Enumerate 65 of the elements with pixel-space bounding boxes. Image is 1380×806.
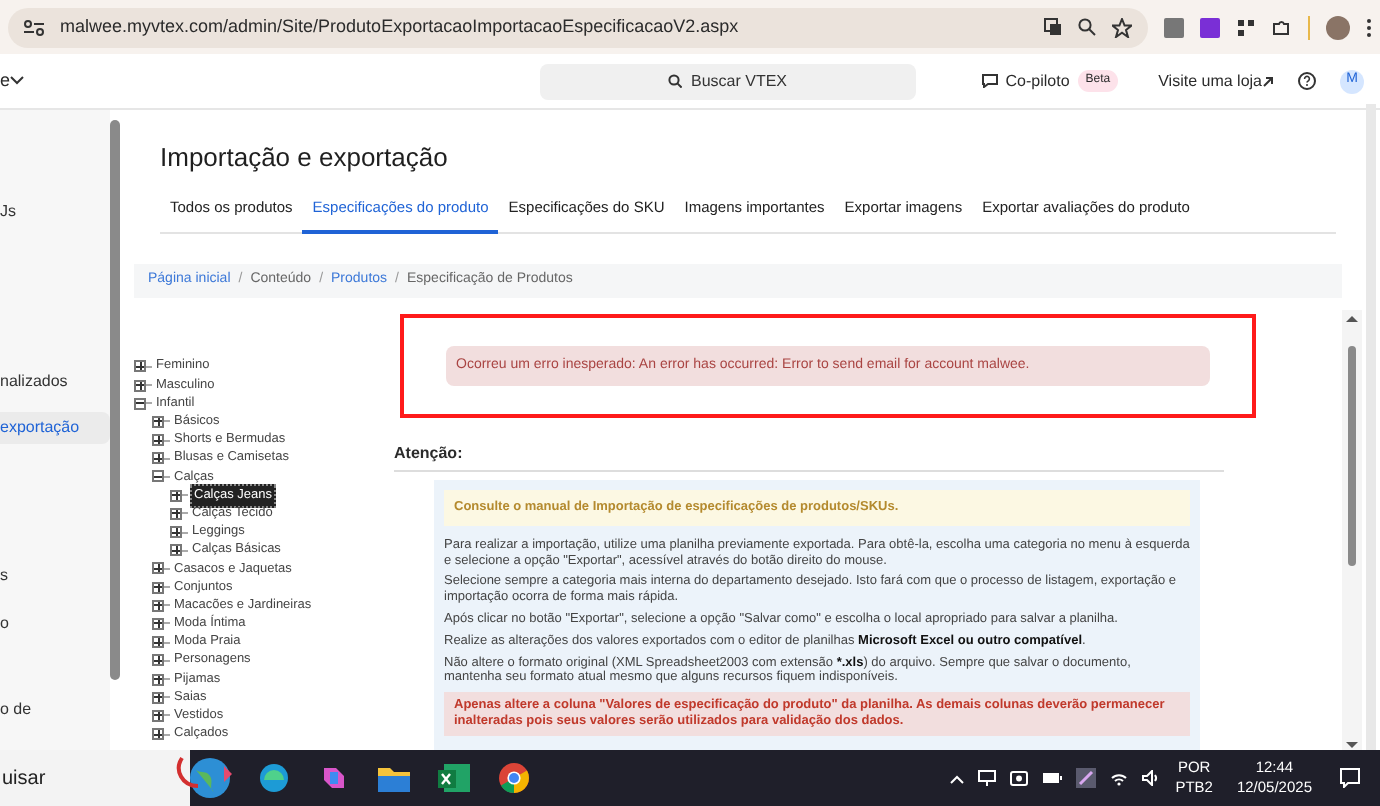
sidebar-item[interactable]: o (0, 608, 110, 640)
page-title: Importação e exportação (160, 140, 450, 176)
scroll-up-icon[interactable] (1346, 313, 1358, 322)
expander-icon[interactable] (152, 673, 164, 686)
chat-icon (981, 74, 998, 88)
monitor-icon[interactable] (977, 770, 996, 786)
expander-icon[interactable] (134, 379, 146, 392)
star-icon[interactable] (1112, 17, 1132, 37)
zoom-icon[interactable] (1078, 18, 1096, 36)
expander-icon[interactable] (152, 636, 164, 649)
site-settings-icon[interactable] (24, 19, 44, 35)
expander-icon[interactable] (170, 489, 182, 502)
visit-store-link[interactable]: Visite uma loja (1158, 69, 1274, 93)
profile-avatar[interactable] (1326, 15, 1350, 39)
expander-icon[interactable] (170, 526, 182, 539)
battery-icon[interactable] (1041, 772, 1062, 784)
expander-icon[interactable] (152, 691, 164, 704)
expander-icon[interactable] (152, 728, 164, 741)
sidebar-item[interactable]: Js (0, 196, 110, 228)
puzzle-icon[interactable] (1272, 17, 1292, 37)
menu-label[interactable]: e (0, 67, 11, 95)
sidebar-scrollbar[interactable] (110, 120, 120, 680)
tray-app-icon[interactable] (1075, 768, 1096, 788)
chevron-icon[interactable] (10, 76, 25, 86)
help-icon[interactable] (1298, 72, 1316, 90)
expander-icon[interactable] (170, 544, 182, 557)
expander-icon[interactable] (152, 562, 164, 575)
sparkle-app-icon[interactable] (318, 762, 350, 794)
taskbar-search[interactable]: uisar (0, 750, 190, 806)
expander-icon[interactable] (134, 397, 146, 410)
copilot-button[interactable]: Co-piloto (981, 69, 1070, 93)
external-link-icon (1262, 75, 1274, 87)
wifi-icon[interactable] (1109, 770, 1128, 786)
camera-icon[interactable] (1009, 770, 1028, 786)
search-field[interactable]: Buscar VTEX (540, 63, 916, 99)
expander-icon[interactable] (152, 434, 164, 447)
expander-icon[interactable] (152, 654, 164, 667)
address-bar[interactable]: malwee.myvtex.com/admin/Site/ProdutoExportacaoImportacaoEspecificacaoV2.aspx (8, 7, 1148, 47)
expander-icon[interactable] (152, 617, 164, 630)
page-scrollbar[interactable] (1366, 103, 1376, 750)
expander-icon[interactable] (152, 470, 164, 483)
expander-icon[interactable] (152, 415, 164, 428)
attention-heading: Atenção: (394, 441, 1224, 472)
expander-icon[interactable] (134, 360, 146, 373)
chevron-up-icon[interactable] (949, 773, 964, 783)
sidebar-item[interactable]: s (0, 560, 110, 592)
expander-icon[interactable] (152, 581, 164, 594)
sidebar-item[interactable]: o de (0, 694, 110, 726)
content-scrollbar[interactable] (1342, 309, 1362, 750)
spreadsheet-icon[interactable] (438, 762, 470, 794)
notification-icon[interactable] (1340, 768, 1360, 788)
speaker-icon[interactable] (1141, 770, 1160, 786)
sidebar-item[interactable]: exportação (0, 412, 110, 444)
browser-wave-icon[interactable] (258, 762, 290, 794)
browser-ring-icon[interactable] (498, 762, 530, 794)
menu-icon[interactable] (1366, 17, 1372, 37)
search-icon (668, 74, 683, 88)
folder-icon[interactable] (378, 764, 410, 792)
expander-icon[interactable] (170, 507, 182, 520)
sidebar-item[interactable]: nalizados (0, 366, 110, 398)
expander-icon[interactable] (152, 599, 164, 612)
extension-icon[interactable] (1236, 17, 1256, 37)
expander-icon[interactable] (152, 709, 164, 722)
translate-icon[interactable] (1044, 18, 1062, 36)
expander-icon[interactable] (152, 452, 164, 465)
